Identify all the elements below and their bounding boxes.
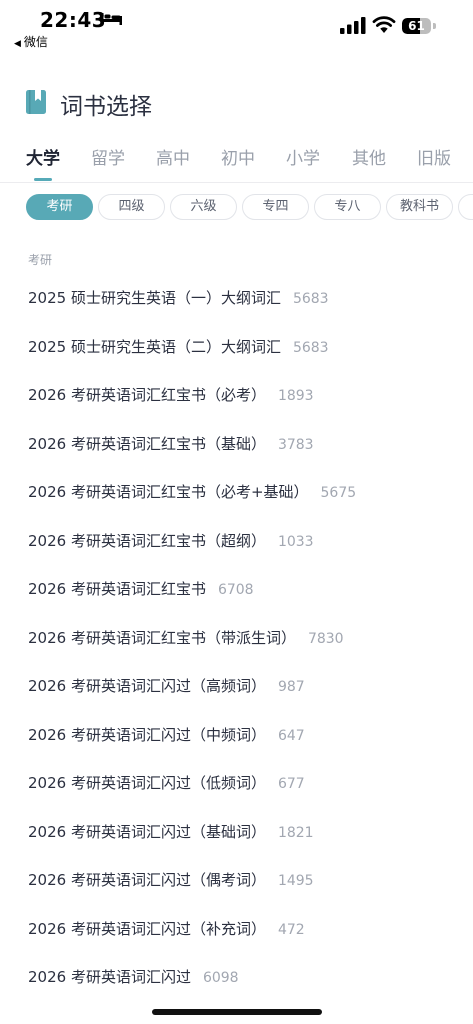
- book-name: 2026 考研英语词汇闪过（补充词）: [28, 919, 266, 938]
- chip-tem8[interactable]: 专八: [314, 194, 381, 220]
- list-item[interactable]: 2026 考研英语词汇红宝书（必考+基础） 5675: [28, 468, 468, 516]
- book-name: 2026 考研英语词汇红宝书（带派生词）: [28, 628, 296, 647]
- book-name: 2025 硕士研究生英语（一）大纲词汇: [28, 289, 281, 307]
- chip-kaoyan[interactable]: 考研: [26, 194, 93, 220]
- home-indicator[interactable]: [152, 1009, 322, 1015]
- book-name: 2026 考研英语词汇闪过（中频词）: [28, 725, 266, 744]
- list-item[interactable]: 2026 考研英语词汇闪过（高频词） 987: [28, 662, 468, 710]
- book-name: 2026 考研英语词汇红宝书（必考+基础）: [28, 483, 309, 501]
- list-item[interactable]: 2026 考研英语词汇闪过（偶考词） 1495: [28, 856, 468, 904]
- word-count: 5675: [320, 485, 357, 501]
- category-tabs: 大学 留学 高中 初中 小学 其他 旧版: [0, 144, 473, 182]
- battery-percent: 61: [408, 19, 425, 33]
- book-name: 2026 考研英语词汇闪过（基础词）: [28, 822, 266, 841]
- list-item[interactable]: 2026 考研英语词汇红宝书（基础） 3783: [28, 420, 468, 468]
- tab-university[interactable]: 大学: [26, 144, 60, 169]
- book-name: 2026 考研英语词汇红宝书（必考）: [28, 386, 266, 404]
- subcategory-chips: 考研 四级 六级 专四 专八 教科书: [0, 194, 473, 222]
- word-count: 647: [277, 727, 305, 744]
- word-count: 1033: [277, 533, 314, 550]
- page-title: 词书选择: [60, 94, 152, 120]
- list-item[interactable]: 2026 考研英语词汇闪过（补充词） 472: [28, 905, 468, 953]
- word-count: 1821: [277, 824, 314, 841]
- chip-cet6[interactable]: 六级: [170, 194, 237, 220]
- book-name: 2026 考研英语词汇闪过（偶考词）: [28, 871, 266, 889]
- word-count: 1495: [277, 873, 314, 889]
- list-item[interactable]: 2025 硕士研究生英语（一）大纲词汇 5683: [28, 274, 468, 322]
- back-triangle-icon: ◀: [14, 39, 21, 49]
- cellular-signal-icon: [340, 17, 366, 34]
- battery-icon: 61: [402, 18, 436, 35]
- section-label: 考研: [28, 253, 53, 267]
- tab-primary-school[interactable]: 小学: [286, 144, 320, 169]
- status-bar: 22:43 ◀ 微信 61: [0, 0, 473, 56]
- tab-middle-school[interactable]: 初中: [221, 144, 255, 169]
- chip-more[interactable]: [458, 194, 473, 220]
- tabs-divider: [0, 182, 473, 183]
- word-count: 677: [277, 776, 305, 792]
- word-count: 6098: [202, 970, 239, 986]
- tab-old-version[interactable]: 旧版: [417, 144, 451, 169]
- book-name: 2026 考研英语词汇红宝书（超纲）: [28, 531, 266, 550]
- active-tab-indicator: [34, 178, 52, 181]
- book-name: 2025 硕士研究生英语（二）大纲词汇: [28, 337, 281, 356]
- book-name: 2026 考研英语词汇红宝书（基础）: [28, 434, 266, 453]
- list-item[interactable]: 2026 考研英语词汇闪过（中频词） 647: [28, 711, 468, 759]
- tab-study-abroad[interactable]: 留学: [91, 144, 125, 169]
- back-to-app-button[interactable]: ◀ 微信: [14, 33, 48, 50]
- back-app-label: 微信: [23, 35, 48, 49]
- list-item[interactable]: 2026 考研英语词汇闪过（低频词） 677: [28, 759, 468, 807]
- clock: 22:43: [40, 8, 107, 32]
- book-icon: [26, 90, 46, 114]
- chip-cet4[interactable]: 四级: [98, 194, 165, 220]
- wifi-icon: [372, 16, 396, 33]
- list-item[interactable]: 2025 硕士研究生英语（二）大纲词汇 5683: [28, 323, 468, 371]
- book-name: 2026 考研英语词汇闪过（高频词）: [28, 677, 266, 695]
- chip-textbook[interactable]: 教科书: [386, 194, 453, 220]
- tab-other[interactable]: 其他: [352, 144, 386, 169]
- chip-tem4[interactable]: 专四: [242, 194, 309, 220]
- word-count: 3783: [277, 436, 314, 453]
- word-count: 987: [277, 679, 305, 695]
- book-name: 2026 考研英语词汇红宝书: [28, 580, 206, 598]
- word-count: 7830: [307, 630, 344, 647]
- sleep-focus-icon: [101, 13, 122, 25]
- tab-high-school[interactable]: 高中: [156, 144, 190, 169]
- word-count: 472: [277, 921, 305, 938]
- word-count: 6708: [217, 582, 254, 598]
- list-item[interactable]: 2026 考研英语词汇红宝书（必考） 1893: [28, 371, 468, 419]
- list-item[interactable]: 2026 考研英语词汇闪过（基础词） 1821: [28, 808, 468, 856]
- word-count: 5683: [292, 339, 329, 356]
- list-item[interactable]: 2026 考研英语词汇红宝书（带派生词） 7830: [28, 614, 468, 662]
- word-count: 1893: [277, 388, 314, 404]
- list-item[interactable]: 2026 考研英语词汇红宝书 6708: [28, 565, 468, 613]
- list-item[interactable]: 2026 考研英语词汇红宝书（超纲） 1033: [28, 517, 468, 565]
- book-name: 2026 考研英语词汇闪过: [28, 968, 191, 986]
- word-count: 5683: [292, 291, 329, 307]
- book-name: 2026 考研英语词汇闪过（低频词）: [28, 774, 266, 792]
- list-item[interactable]: 2026 考研英语词汇闪过 6098: [28, 953, 468, 1001]
